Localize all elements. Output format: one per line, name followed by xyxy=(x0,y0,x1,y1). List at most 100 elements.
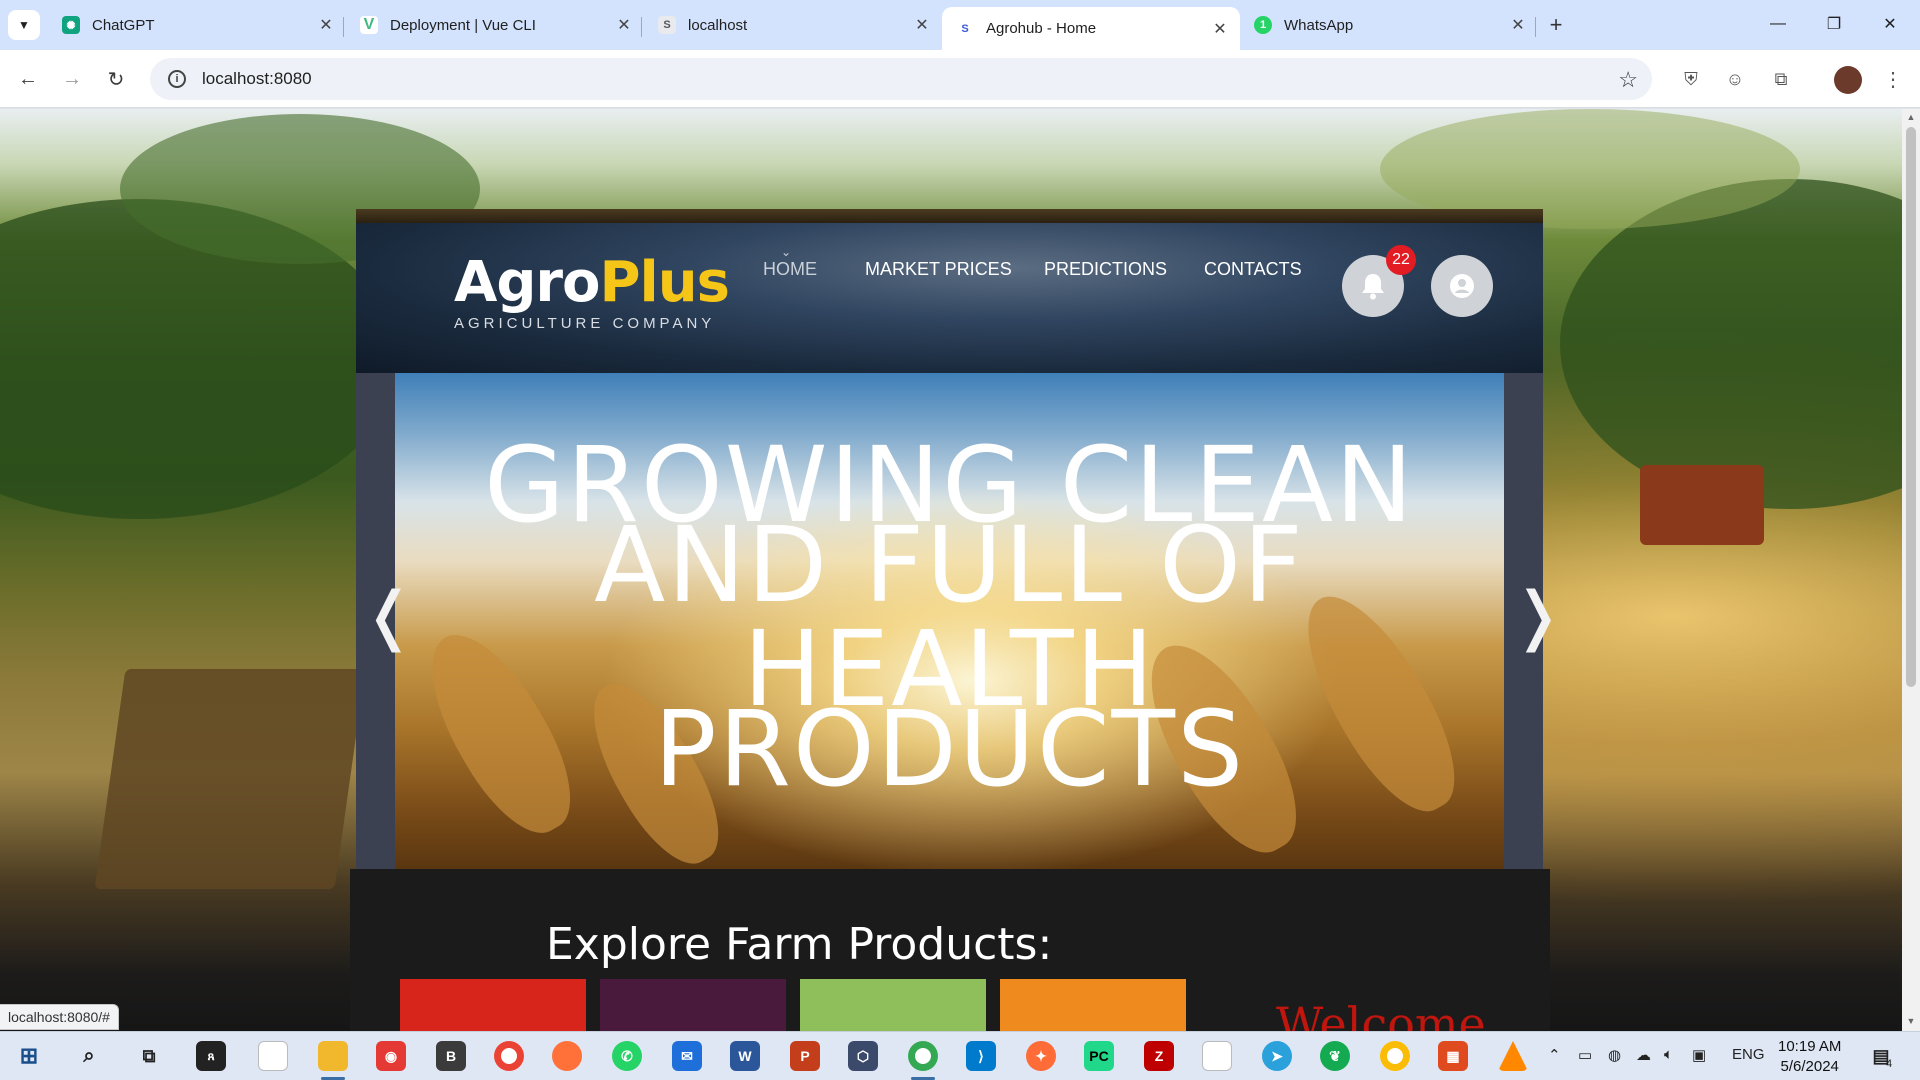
language-indicator[interactable]: ENG xyxy=(1732,1046,1765,1063)
mongodb-compass-icon[interactable]: ❦ xyxy=(1320,1041,1350,1071)
back-button[interactable]: ← xyxy=(12,63,44,95)
telegram-icon[interactable]: ➤ xyxy=(1262,1041,1292,1071)
close-icon[interactable]: ✕ xyxy=(616,17,632,34)
address-bar[interactable]: i localhost:8080 ☆ xyxy=(150,58,1652,100)
chrome-icon[interactable] xyxy=(494,1041,524,1071)
star-icon[interactable]: ☆ xyxy=(1618,67,1638,93)
reload-button[interactable]: ↻ xyxy=(100,63,132,95)
plus-icon: + xyxy=(1549,12,1563,37)
scroll-thumb[interactable] xyxy=(1906,127,1916,687)
app-icon[interactable]: ⬡ xyxy=(848,1041,878,1071)
user-circle-icon xyxy=(1450,274,1474,298)
localhost-icon: S xyxy=(658,16,676,34)
search-icon[interactable]: ⌕ xyxy=(74,1041,104,1071)
page-scrollbar[interactable]: ▲ ▼ xyxy=(1902,109,1920,1031)
task-view-icon[interactable]: ⧉ xyxy=(134,1041,164,1071)
tab-vue-cli[interactable]: V Deployment | Vue CLI ✕ xyxy=(346,7,644,43)
powerpoint-icon[interactable]: P xyxy=(790,1041,820,1071)
onedrive-icon[interactable]: ☁ xyxy=(1636,1046,1651,1064)
shield-extension-icon[interactable]: ⛨ xyxy=(1678,66,1704,92)
browser-toolbar: ← → ↻ i localhost:8080 ☆ ⛨ ☺ ⧉ ⋮ xyxy=(0,50,1920,108)
battery-icon[interactable]: ▭ xyxy=(1578,1046,1592,1064)
notification-count-badge: 22 xyxy=(1386,245,1416,275)
clock-time: 10:19 AM xyxy=(1778,1038,1842,1055)
tab-title: ChatGPT xyxy=(92,16,155,34)
arrow-right-icon: → xyxy=(62,67,82,90)
blank-document-icon[interactable] xyxy=(1202,1041,1232,1071)
word-icon[interactable]: W xyxy=(730,1041,760,1071)
new-tab-button[interactable]: + xyxy=(1542,11,1570,39)
extensions-puzzle-icon[interactable]: ⧉ xyxy=(1768,66,1794,92)
whatsapp-icon[interactable]: ✆ xyxy=(612,1041,642,1071)
app-icon[interactable]: ጸ xyxy=(196,1041,226,1071)
pycharm-icon[interactable]: PC xyxy=(1084,1041,1114,1071)
minimize-icon: — xyxy=(1770,15,1786,32)
wooden-crate-image xyxy=(94,669,366,889)
close-icon[interactable]: ✕ xyxy=(1510,17,1526,34)
restore-icon: ❐ xyxy=(1826,16,1842,33)
file-explorer-icon[interactable] xyxy=(318,1041,348,1071)
vscode-icon[interactable]: ⟩ xyxy=(966,1041,996,1071)
minimize-button[interactable]: — xyxy=(1750,6,1806,42)
product-oranges-image[interactable] xyxy=(1000,979,1186,1031)
nav-home[interactable]: HOME xyxy=(763,259,817,280)
firefox-icon[interactable] xyxy=(552,1041,582,1071)
close-window-button[interactable]: ✕ xyxy=(1862,6,1918,42)
scroll-up-icon[interactable]: ▲ xyxy=(1906,112,1916,122)
volume-icon[interactable]: 🔈︎ xyxy=(1664,1046,1673,1063)
extension-avatar-icon[interactable]: ☺ xyxy=(1722,66,1748,92)
vue-icon: V xyxy=(360,16,378,34)
filezilla-icon[interactable]: Z xyxy=(1144,1041,1174,1071)
tab-chatgpt[interactable]: ✺ ChatGPT ✕ xyxy=(48,7,346,43)
forward-button[interactable]: → xyxy=(56,63,88,95)
tab-whatsapp[interactable]: 1 WhatsApp ✕ xyxy=(1240,7,1538,43)
windows-start-icon[interactable]: ⊞ xyxy=(14,1041,44,1071)
site-header: AgroPlus AGRICULTURE COMPANY ⌄ HOME MARK… xyxy=(356,223,1543,373)
app-icon[interactable]: ▦ xyxy=(1438,1041,1468,1071)
tractor-image xyxy=(1640,465,1764,545)
logo-text-agro: Agro xyxy=(454,250,601,315)
notification-center-count: 4 xyxy=(1886,1058,1893,1070)
chatgpt-icon: ✺ xyxy=(62,16,80,34)
blank-document-icon[interactable] xyxy=(258,1041,288,1071)
carousel-prev-button[interactable]: ❬ xyxy=(362,579,416,653)
scroll-down-icon[interactable]: ▼ xyxy=(1906,1016,1916,1026)
nav-market-prices[interactable]: MARKET PRICES xyxy=(865,259,1012,280)
system-clock[interactable]: 10:19 AM 5/6/2024 xyxy=(1778,1037,1841,1077)
mail-icon[interactable]: ✉ xyxy=(672,1041,702,1071)
product-tomatoes-image[interactable] xyxy=(400,979,586,1031)
tab-title: localhost xyxy=(688,16,748,34)
postman-icon[interactable]: ✦ xyxy=(1026,1041,1056,1071)
hero-headline-line: PRODUCTS xyxy=(653,688,1246,810)
app-icon[interactable]: B xyxy=(436,1041,466,1071)
tab-search-button[interactable]: ▼ xyxy=(8,10,40,40)
close-icon[interactable]: ✕ xyxy=(318,17,334,34)
close-icon[interactable]: ✕ xyxy=(1212,21,1228,38)
agroplus-logo[interactable]: AgroPlus AGRICULTURE COMPANY xyxy=(454,250,730,333)
user-profile-button[interactable] xyxy=(1431,255,1493,317)
tab-agrohub-home[interactable]: S Agrohub - Home ✕ xyxy=(942,7,1240,50)
carousel-next-button[interactable]: ❭ xyxy=(1511,579,1565,653)
page-viewport: AgroPlus AGRICULTURE COMPANY ⌄ HOME MARK… xyxy=(0,109,1902,1031)
nav-contacts[interactable]: CONTACTS xyxy=(1204,259,1302,280)
site-info-icon[interactable]: i xyxy=(168,70,186,88)
close-icon: ✕ xyxy=(1883,16,1897,33)
profile-avatar[interactable] xyxy=(1834,66,1862,94)
globe-icon[interactable]: ◍ xyxy=(1608,1046,1621,1064)
screen-recorder-icon[interactable]: ◉ xyxy=(376,1041,406,1071)
more-menu-icon[interactable]: ⋮ xyxy=(1880,66,1906,92)
chevron-up-icon[interactable]: ⌃ xyxy=(1548,1046,1561,1064)
chrome-icon[interactable] xyxy=(908,1041,938,1071)
display-icon[interactable]: ▣ xyxy=(1692,1046,1706,1064)
restore-button[interactable]: ❐ xyxy=(1806,6,1862,42)
hero-carousel: GROWING CLEAN AND FULL OF HEALTH PRODUCT… xyxy=(395,373,1504,869)
chrome-icon[interactable] xyxy=(1380,1041,1410,1071)
nav-predictions[interactable]: PREDICTIONS xyxy=(1044,259,1167,280)
product-cabbages-image[interactable] xyxy=(800,979,986,1031)
address-url[interactable]: localhost:8080 xyxy=(202,69,312,89)
tab-localhost[interactable]: S localhost ✕ xyxy=(644,7,942,43)
close-icon[interactable]: ✕ xyxy=(914,17,930,34)
whatsapp-icon: 1 xyxy=(1254,16,1272,34)
vlc-icon[interactable] xyxy=(1498,1041,1528,1071)
product-eggplants-image[interactable] xyxy=(600,979,786,1031)
